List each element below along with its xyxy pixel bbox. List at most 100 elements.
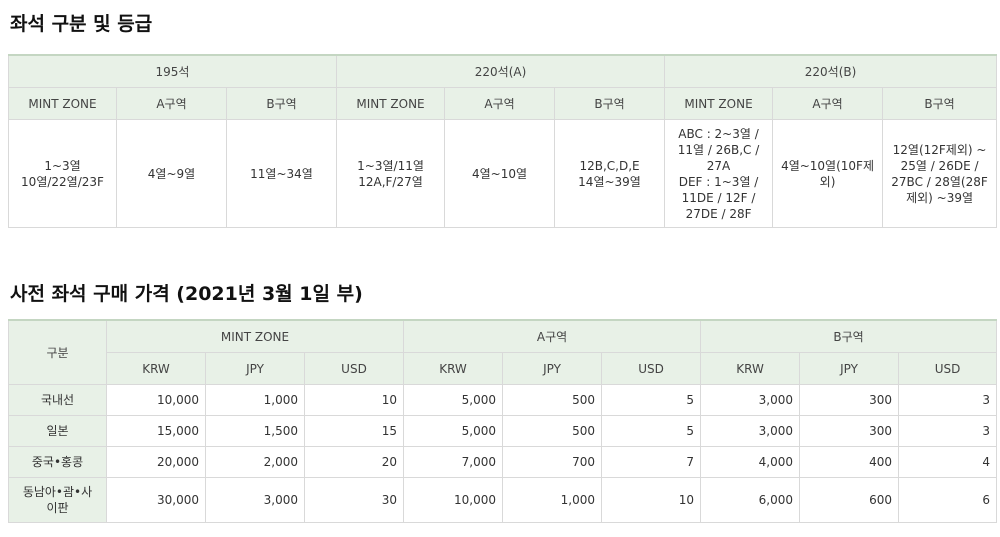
price-cell: 700 — [502, 446, 602, 478]
seat-range-cell: 4열~10열(10F제 외) — [772, 119, 884, 228]
price-cell: 7 — [600, 446, 702, 478]
price-cell: 7,000 — [403, 446, 503, 478]
line: 25열 / 26DE / — [900, 158, 979, 173]
zone-header-mint: MINT ZONE — [664, 87, 774, 120]
seat-range-cell: 11열~34열 — [225, 119, 338, 228]
line: 제외) ~39열 — [906, 190, 974, 205]
line: ABC : 2~3열 / — [678, 126, 759, 141]
zone-header-a: A구역 — [116, 87, 227, 120]
currency-jpy: JPY — [799, 352, 900, 385]
price-cell: 15 — [304, 415, 404, 447]
price-cell: 3 — [898, 415, 998, 447]
zone-header-a: A구역 — [772, 87, 884, 120]
group-header-220b: 220석(B) — [664, 54, 998, 88]
line: 1~3열/11열 — [357, 158, 424, 173]
price-cell: 400 — [799, 446, 900, 478]
seat-range-cell: 12열(12F제외) ~ 25열 / 26DE / 27BC / 28열(28F… — [882, 119, 998, 228]
price-cell: 6,000 — [700, 477, 801, 523]
line: 4열~9열 — [147, 166, 196, 181]
zone-header-a: A구역 — [444, 87, 556, 120]
seat-classification-title: 좌석 구분 및 등급 — [10, 13, 153, 35]
seat-range-row: 1~3열 10열/22열/23F 4열~9열 11열~34열 1~3열/11열 … — [8, 119, 998, 228]
price-cell: 1,500 — [205, 415, 305, 447]
price-cell: 6 — [898, 477, 998, 523]
currency-header-row: KRW JPY USD KRW JPY USD KRW JPY USD — [9, 352, 998, 385]
price-cell: 500 — [502, 384, 602, 416]
price-cell: 30,000 — [106, 477, 206, 523]
price-cell: 4,000 — [700, 446, 801, 478]
price-cell: 10,000 — [106, 384, 206, 416]
price-cell: 10 — [600, 477, 702, 523]
price-cell: 20,000 — [106, 446, 206, 478]
zone-header-b: B구역 — [554, 87, 666, 120]
zone-header-b: B구역 — [225, 87, 338, 120]
price-cell: 3 — [898, 384, 998, 416]
line: 12열(12F제외) ~ — [892, 142, 987, 157]
group-header-220a: 220석(A) — [336, 54, 666, 88]
line: 12B,C,D,E — [579, 158, 640, 173]
group-header-195: 195석 — [7, 54, 338, 88]
price-cell: 5 — [600, 415, 702, 447]
line: 4열~10열(10F제 — [781, 158, 874, 173]
route-label: 동남아•괌•사 이판 — [8, 477, 107, 523]
line: 외) — [819, 174, 836, 189]
advance-seat-price-title: 사전 좌석 구매 가격 (2021년 3월 1일 부) — [10, 283, 363, 305]
price-cell: 500 — [502, 415, 602, 447]
price-cell: 300 — [799, 384, 900, 416]
price-cell: 4 — [898, 446, 998, 478]
price-cell: 10,000 — [403, 477, 503, 523]
line: 11열~34열 — [250, 166, 313, 181]
line: 27DE / 28F — [685, 206, 752, 221]
seat-range-cell: 12B,C,D,E 14열~39열 — [554, 119, 666, 228]
zone-header-mint: MINT ZONE — [8, 87, 117, 120]
price-cell: 600 — [799, 477, 900, 523]
price-row-china-hongkong: 중국•홍콩 20,000 2,000 20 7,000 700 7 4,000 … — [8, 446, 998, 478]
price-cell: 30 — [304, 477, 404, 523]
price-table: 구분 MINT ZONE A구역 B구역 KRW JPY USD KRW JPY… — [8, 319, 998, 523]
price-group-mint: MINT ZONE — [106, 319, 404, 353]
route-label: 일본 — [8, 415, 107, 447]
price-row-japan: 일본 15,000 1,500 15 5,000 500 5 3,000 300… — [8, 415, 998, 447]
price-row-domestic: 국내선 10,000 1,000 10 5,000 500 5 3,000 30… — [8, 384, 998, 416]
line: 27BC / 28열(28F — [891, 174, 988, 189]
zone-header-b: B구역 — [882, 87, 998, 120]
price-cell: 10 — [304, 384, 404, 416]
route-label: 중국•홍콩 — [8, 446, 107, 478]
price-group-header-row: 구분 MINT ZONE A구역 B구역 — [8, 319, 998, 385]
line: DEF : 1~3열 / — [678, 174, 759, 189]
zone-header-row: MINT ZONE A구역 B구역 MINT ZONE A구역 B구역 MINT… — [8, 87, 998, 120]
price-cell: 15,000 — [106, 415, 206, 447]
currency-usd: USD — [898, 352, 998, 385]
currency-krw: KRW — [106, 352, 206, 385]
seat-classification-table: 195석 220석(A) 220석(B) MINT ZONE A구역 B구역 M… — [7, 54, 998, 228]
currency-jpy: JPY — [502, 352, 602, 385]
currency-krw: KRW — [700, 352, 801, 385]
price-cell: 20 — [304, 446, 404, 478]
currency-krw: KRW — [403, 352, 503, 385]
line: 동남아•괌•사 — [22, 485, 93, 499]
route-label: 국내선 — [8, 384, 107, 416]
seat-range-cell: 1~3열/11열 12A,F/27열 — [336, 119, 446, 228]
line: 11DE / 12F / — [681, 190, 756, 205]
currency-usd: USD — [600, 352, 702, 385]
price-cell: 2,000 — [205, 446, 305, 478]
line: 12A,F/27열 — [358, 174, 423, 189]
line: 10열/22열/23F — [21, 174, 104, 189]
price-cell: 300 — [799, 415, 900, 447]
seat-range-cell: ABC : 2~3열 / 11열 / 26B,C / 27A DEF : 1~3… — [664, 119, 774, 228]
seat-range-cell: 4열~9열 — [116, 119, 227, 228]
seat-range-cell: 4열~10열 — [444, 119, 556, 228]
price-cell: 3,000 — [205, 477, 305, 523]
price-cell: 1,000 — [502, 477, 602, 523]
line: 11열 / 26B,C / — [677, 142, 760, 157]
zone-header-mint: MINT ZONE — [336, 87, 446, 120]
price-cell: 3,000 — [700, 415, 801, 447]
line: 27A — [706, 158, 731, 173]
line: 14열~39열 — [578, 174, 641, 189]
line: 이판 — [46, 501, 69, 515]
price-group-a: A구역 — [402, 319, 702, 353]
price-row-southeast-asia: 동남아•괌•사 이판 30,000 3,000 30 10,000 1,000 … — [8, 477, 998, 523]
currency-usd: USD — [304, 352, 404, 385]
price-cell: 5,000 — [403, 384, 503, 416]
price-group-b: B구역 — [700, 319, 998, 353]
